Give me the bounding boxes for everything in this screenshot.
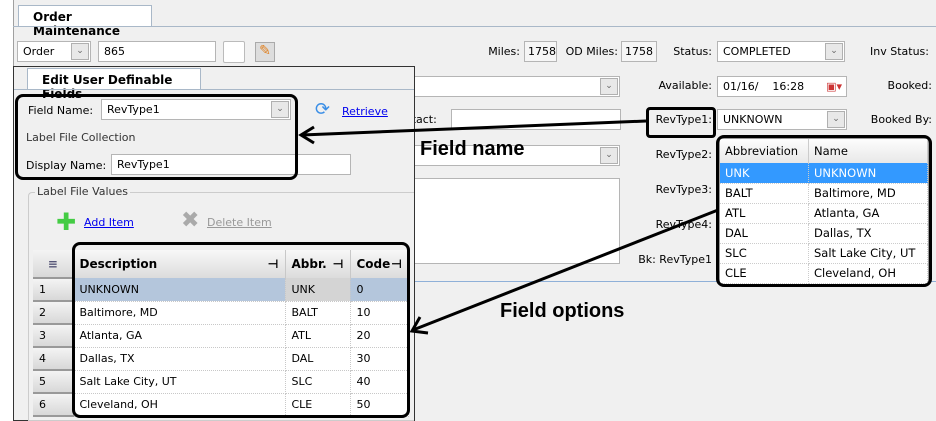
annotation-arrows <box>298 119 719 335</box>
field-name-arrow <box>301 119 647 137</box>
field-options-arrow <box>412 208 719 332</box>
